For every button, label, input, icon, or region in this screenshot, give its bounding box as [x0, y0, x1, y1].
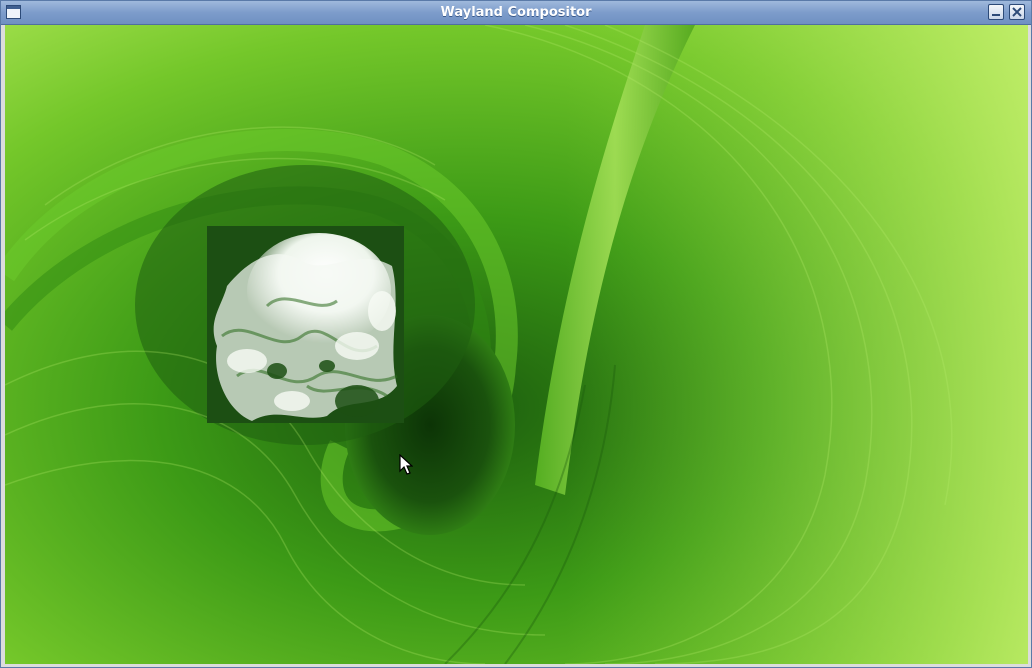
close-icon: [1012, 7, 1022, 17]
title-bar[interactable]: Wayland Compositor: [1, 1, 1031, 25]
minimize-button[interactable]: [988, 4, 1004, 20]
smoke-client-surface[interactable]: [207, 226, 404, 423]
close-button[interactable]: [1009, 4, 1025, 20]
compositor-output[interactable]: [5, 25, 1028, 664]
window-title: Wayland Compositor: [440, 5, 592, 20]
leaf-wallpaper: [5, 25, 1028, 664]
smoke-image: [207, 226, 404, 423]
compositor-window: Wayland Compositor: [0, 0, 1032, 668]
minimize-icon: [992, 14, 1000, 16]
